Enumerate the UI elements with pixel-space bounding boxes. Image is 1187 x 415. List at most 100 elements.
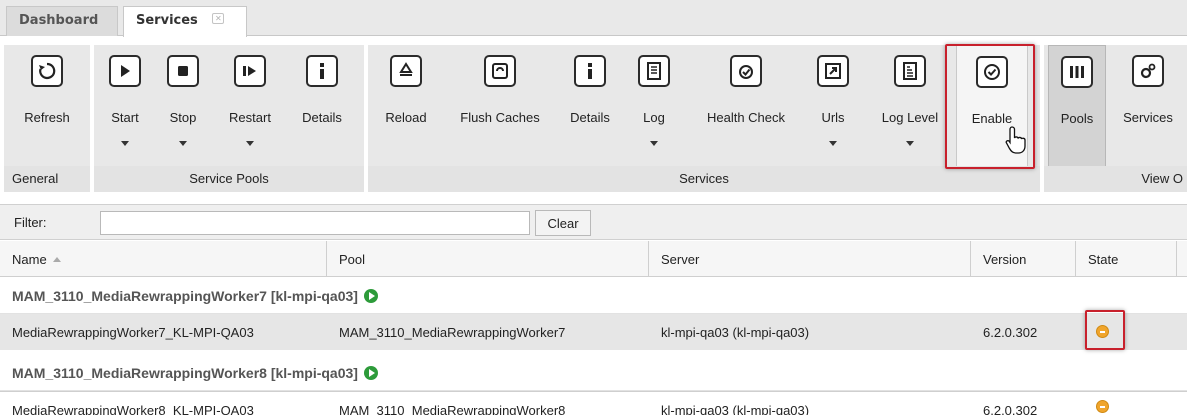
enable-icon <box>976 56 1008 88</box>
group-general: Refresh <box>4 45 90 170</box>
state-disabled-icon <box>1096 325 1109 338</box>
column-header-server[interactable]: Server <box>649 241 971 277</box>
group-general-title: General <box>4 166 90 192</box>
info-icon <box>574 55 606 87</box>
urls-label: Urls <box>821 110 845 125</box>
pools-icon <box>1061 56 1093 88</box>
services-view-button[interactable]: Services <box>1112 45 1184 170</box>
service-details-button[interactable]: Details <box>558 45 622 170</box>
flush-caches-icon <box>484 55 516 87</box>
group-services-title: Services <box>368 166 1040 192</box>
reload-label: Reload <box>385 110 427 125</box>
ribbon-toolbar: Refresh General Start Stop Restart Detai… <box>0 37 1187 193</box>
health-check-label: Health Check <box>706 110 786 125</box>
grid-header: Name Pool Server Version State <box>0 241 1187 277</box>
cell-version: 6.2.0.302 <box>983 403 1038 415</box>
refresh-button[interactable]: Refresh <box>4 45 90 170</box>
health-check-button[interactable]: Health Check <box>694 45 798 170</box>
column-header-name[interactable]: Name <box>0 241 327 277</box>
log-level-button[interactable]: Log Level <box>872 45 948 170</box>
start-label: Start <box>111 110 139 125</box>
pool-details-button[interactable]: Details <box>290 45 354 170</box>
tab-services-label: Services <box>136 13 198 28</box>
refresh-label: Refresh <box>24 110 70 125</box>
flush-caches-label: Flush Caches <box>460 110 540 125</box>
column-header-state[interactable]: State <box>1076 241 1177 277</box>
log-level-icon <box>894 55 926 87</box>
pools-view-label: Pools <box>1060 111 1094 126</box>
running-status-icon <box>363 366 378 380</box>
pool-group-row[interactable]: MAM_3110_MediaRewrappingWorker8 [kl-mpi-… <box>0 355 1187 391</box>
stop-icon <box>167 55 199 87</box>
health-check-icon <box>730 55 762 87</box>
filter-label: Filter: <box>14 215 47 230</box>
close-icon[interactable]: ✕ <box>212 13 225 24</box>
pools-view-button[interactable]: Pools <box>1048 45 1106 170</box>
cell-server: kl-mpi-qa03 (kl-mpi-qa03) <box>661 403 810 415</box>
group-service-pools-title: Service Pools <box>94 166 364 192</box>
chevron-down-icon <box>650 141 658 146</box>
pool-group-row[interactable]: MAM_3110_MediaRewrappingWorker7 [kl-mpi-… <box>0 278 1187 314</box>
cell-pool: MAM_3110_MediaRewrappingWorker8 <box>339 403 566 415</box>
filter-input[interactable] <box>100 211 530 235</box>
column-header-version[interactable]: Version <box>971 241 1076 277</box>
pool-details-label: Details <box>302 110 342 125</box>
start-button[interactable]: Start <box>100 45 150 170</box>
chevron-down-icon <box>121 141 129 146</box>
enable-label: Enable <box>971 111 1013 126</box>
column-version-label: Version <box>983 252 1027 267</box>
chevron-down-icon <box>246 141 254 146</box>
column-state-label: State <box>1088 252 1119 267</box>
urls-button[interactable]: Urls <box>808 45 858 170</box>
group-view-options-title: View O <box>1044 166 1187 192</box>
tab-services[interactable]: Services ✕ <box>123 6 247 37</box>
chevron-down-icon <box>906 141 914 146</box>
hand-cursor-icon <box>1005 126 1026 154</box>
cell-name: MediaRewrappingWorker8_KL-MPI-QA03 <box>12 403 254 415</box>
service-details-label: Details <box>570 110 610 125</box>
log-label: Log <box>643 110 665 125</box>
group-view-options: Pools Services <box>1044 45 1187 170</box>
log-icon <box>638 55 670 87</box>
reload-button[interactable]: Reload <box>376 45 436 170</box>
log-level-label: Log Level <box>881 110 939 125</box>
clear-button[interactable]: Clear <box>535 210 591 236</box>
column-header-pool[interactable]: Pool <box>327 241 649 277</box>
cell-pool: MAM_3110_MediaRewrappingWorker7 <box>339 325 566 340</box>
column-server-label: Server <box>661 252 700 267</box>
tab-strip: Dashboard Services ✕ <box>0 0 1187 37</box>
restart-icon <box>234 55 266 87</box>
log-button[interactable]: Log <box>630 45 678 170</box>
chevron-down-icon <box>179 141 187 146</box>
table-row[interactable]: MediaRewrappingWorker8_KL-MPI-QA03 MAM_3… <box>0 391 1187 415</box>
sort-ascending-icon <box>52 257 61 262</box>
restart-button[interactable]: Restart <box>218 45 282 170</box>
stop-button[interactable]: Stop <box>158 45 208 170</box>
table-row[interactable]: MediaRewrappingWorker7_KL-MPI-QA03 MAM_3… <box>0 314 1187 350</box>
filter-bar: Filter: Clear <box>0 204 1187 240</box>
urls-icon <box>817 55 849 87</box>
state-disabled-icon <box>1096 400 1109 413</box>
tab-dashboard[interactable]: Dashboard <box>6 6 118 36</box>
group-service-pools: Start Stop Restart Details <box>94 45 364 170</box>
stop-label: Stop <box>169 110 197 125</box>
reload-icon <box>390 55 422 87</box>
column-name-label: Name <box>12 252 47 267</box>
info-icon <box>306 55 338 87</box>
cell-version: 6.2.0.302 <box>983 325 1038 340</box>
running-status-icon <box>363 289 378 303</box>
restart-label: Restart <box>229 110 271 125</box>
cell-server: kl-mpi-qa03 (kl-mpi-qa03) <box>661 325 810 340</box>
services-view-label: Services <box>1123 110 1173 125</box>
pool-group-title: MAM_3110_MediaRewrappingWorker8 [kl-mpi-… <box>12 365 358 381</box>
flush-caches-button[interactable]: Flush Caches <box>448 45 552 170</box>
refresh-icon <box>31 55 63 87</box>
tab-dashboard-label: Dashboard <box>19 13 99 28</box>
chevron-down-icon <box>829 141 837 146</box>
column-pool-label: Pool <box>339 252 366 267</box>
services-icon <box>1132 55 1164 87</box>
pool-group-title: MAM_3110_MediaRewrappingWorker7 [kl-mpi-… <box>12 288 358 304</box>
start-icon <box>109 55 141 87</box>
group-services: Reload Flush Caches Details Log Health C… <box>368 45 1040 170</box>
cell-name: MediaRewrappingWorker7_KL-MPI-QA03 <box>12 325 254 340</box>
